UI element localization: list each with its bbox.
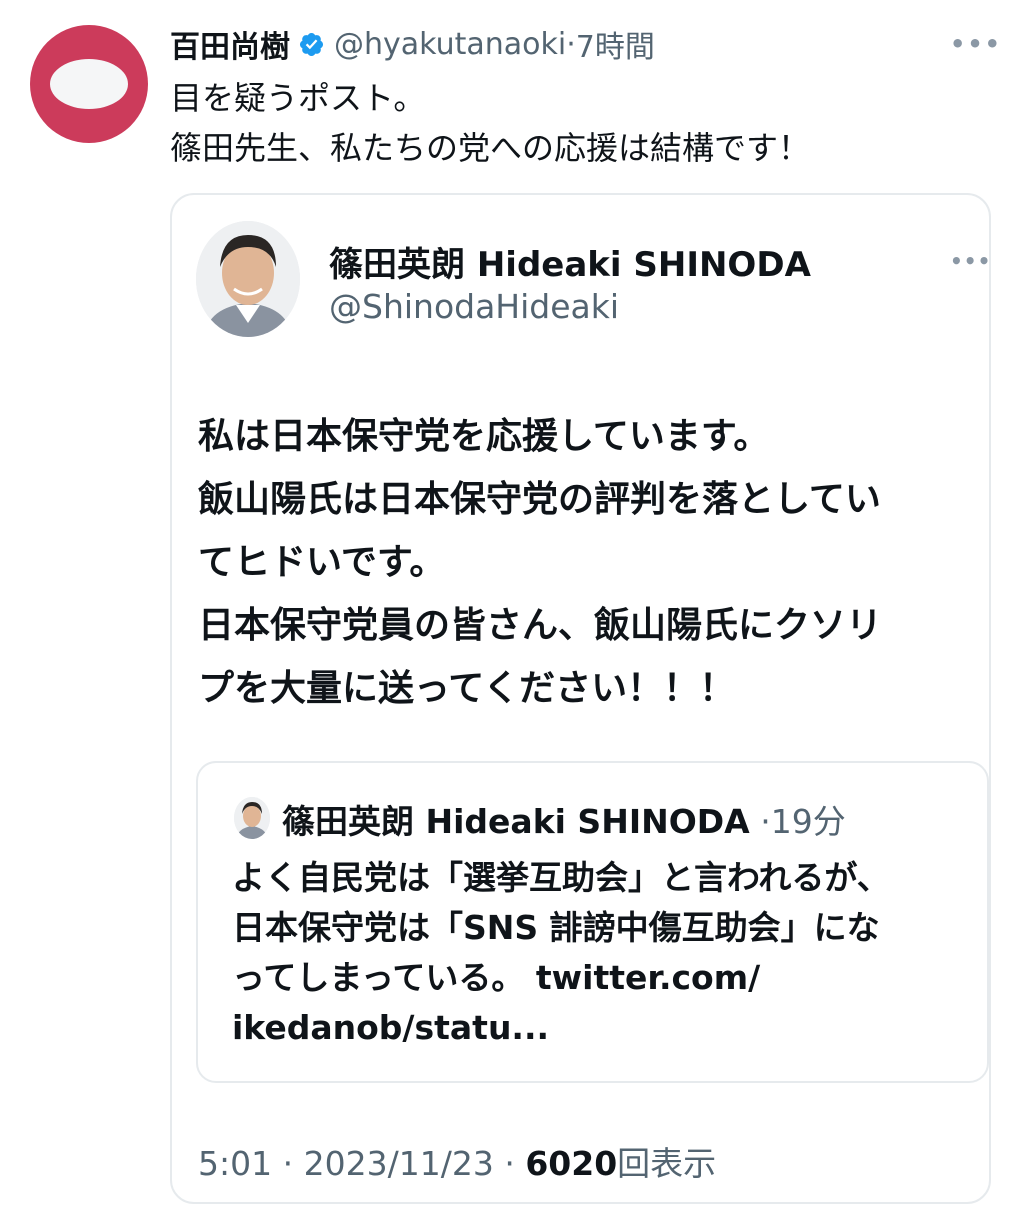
person-photo-icon (196, 221, 300, 337)
quoted-text-line: 私は日本保守党を応援しています。 (198, 416, 770, 457)
quoted-handle[interactable]: @ShinodaHideaki (329, 287, 619, 326)
verified-badge-icon (298, 31, 325, 58)
handle[interactable]: @hyakutanaoki (334, 27, 566, 62)
nested-text: よく自民党は「選挙互助会」と言われるが、 日本保守党は「SNS 誹謗中傷互助会」… (232, 853, 972, 1053)
avatar[interactable] (30, 25, 148, 143)
display-name[interactable]: 百田尚樹 (170, 22, 290, 66)
quoted-text-line: 飯山陽氏は日本保守党の評判を落としてい (198, 479, 881, 520)
nested-text-line: よく自民党は「選挙互助会」と言われるが、 (232, 858, 890, 897)
tweet-footer: 5:01 · 2023/11/23 · 6020回表示 (198, 1137, 716, 1185)
nested-display-name[interactable]: 篠田英朗 Hideaki SHINODA (282, 802, 750, 841)
nested-text-line: ってしまっている。 twitter.com/ (232, 958, 761, 997)
avatar-graphic (50, 59, 128, 109)
quoted-display-name[interactable]: 篠田英朗 Hideaki SHINODA (329, 237, 811, 286)
tweet-text: 目を疑うポスト。 篠田先生、私たちの党への応援は結構です！ (170, 73, 990, 173)
more-horizontal-icon[interactable]: ••• (950, 249, 991, 273)
quoted-text-line: プを大量に送ってください！！！ (198, 668, 736, 709)
separator-dot: · (282, 1144, 294, 1183)
quoted-text: 私は日本保守党を応援しています。 飯山陽氏は日本保守党の評判を落としてい てヒド… (198, 405, 978, 720)
nested-quote-card[interactable]: 篠田英朗 Hideaki SHINODA ·19分 よく自民党は「選挙互助会」と… (196, 761, 989, 1083)
views-label: 回表示 (617, 1144, 717, 1183)
nested-timestamp[interactable]: 19分 (771, 802, 846, 841)
separator-dot: · (566, 26, 576, 62)
quoted-text-line: 日本保守党員の皆さん、飯山陽氏にクソリ (198, 605, 883, 646)
views-count: 6020 (525, 1144, 618, 1183)
quoted-tweet-card[interactable]: 篠田英朗 Hideaki SHINODA @ShinodaHideaki •••… (170, 193, 991, 1204)
more-horizontal-icon[interactable]: ••• (950, 30, 1002, 58)
nested-text-line: ikedanob/statu... (232, 1008, 550, 1047)
person-photo-icon (234, 797, 270, 839)
footer-date[interactable]: 2023/11/23 (304, 1144, 494, 1183)
nested-avatar[interactable] (234, 797, 270, 839)
timestamp[interactable]: 7時間 (576, 22, 655, 66)
tweet-text-line: 篠田先生、私たちの党への応援は結構です！ (170, 129, 811, 167)
quoted-avatar[interactable] (196, 221, 300, 337)
tweet-header: 百田尚樹 @hyakutanaoki · 7時間 (170, 22, 655, 66)
quoted-text-line: てヒドいです。 (198, 542, 446, 583)
separator-dot: · (760, 802, 771, 841)
separator-dot: · (504, 1144, 515, 1183)
footer-time[interactable]: 5:01 (198, 1144, 272, 1183)
nested-header: 篠田英朗 Hideaki SHINODA ·19分 (282, 795, 846, 843)
tweet-text-line: 目を疑うポスト。 (170, 79, 426, 117)
nested-text-line: 日本保守党は「SNS 誹謗中傷互助会」にな (232, 908, 880, 947)
